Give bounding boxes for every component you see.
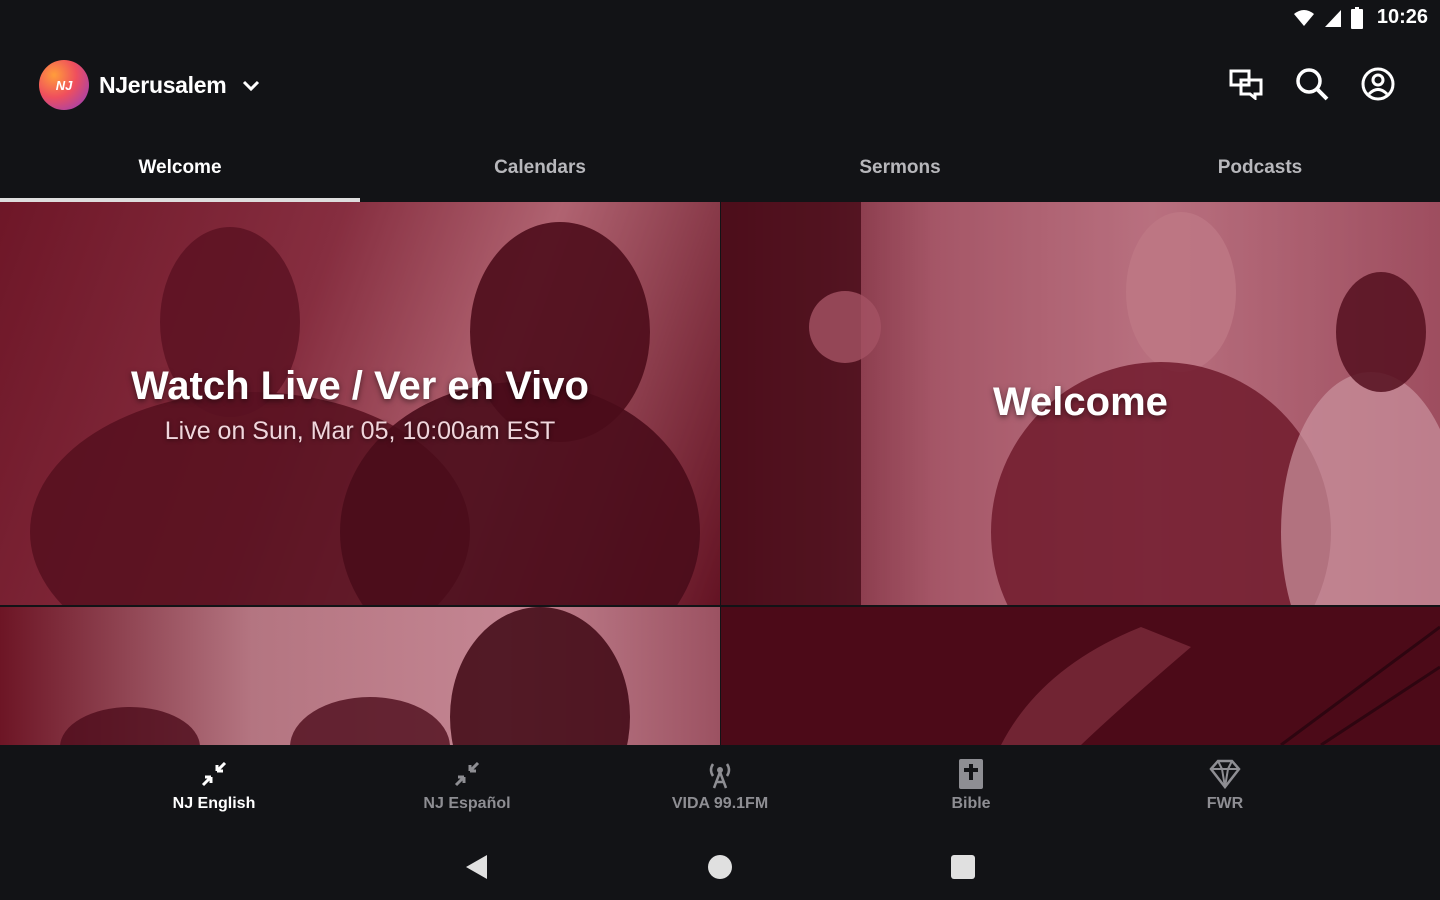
welcome-title: Welcome bbox=[993, 380, 1168, 424]
collapse-arrows-icon bbox=[201, 761, 227, 787]
nav-bible[interactable]: Bible bbox=[871, 757, 1071, 813]
tab-bar: Welcome Calendars Sermons Podcasts bbox=[0, 140, 1440, 202]
bible-icon bbox=[959, 759, 983, 789]
watch-live-text: Watch Live / Ver en Vivo Live on Sun, Ma… bbox=[0, 364, 720, 446]
battery-icon bbox=[1350, 6, 1363, 29]
back-button[interactable] bbox=[460, 851, 492, 883]
music-tile[interactable] bbox=[721, 607, 1440, 745]
home-button[interactable] bbox=[704, 851, 736, 883]
home-circle-icon bbox=[708, 855, 732, 879]
church-logo[interactable]: NJ bbox=[39, 60, 89, 110]
clock: 10:26 bbox=[1376, 6, 1428, 28]
search-icon bbox=[1296, 68, 1329, 101]
account-circle-icon bbox=[1361, 67, 1395, 101]
diamond-icon bbox=[1209, 759, 1241, 789]
recents-square-icon bbox=[951, 855, 975, 879]
app-bar: NJ NJerusalem bbox=[0, 52, 1440, 120]
content-grid: Watch Live / Ver en Vivo Live on Sun, Ma… bbox=[0, 202, 1440, 745]
status-bar: 10:26 bbox=[0, 0, 1440, 40]
signal-icon bbox=[1324, 9, 1341, 27]
chat-icon bbox=[1229, 69, 1263, 100]
chevron-down-icon[interactable] bbox=[240, 74, 262, 96]
photo-piano bbox=[1001, 625, 1440, 745]
recents-button[interactable] bbox=[947, 851, 979, 883]
wifi-icon bbox=[1293, 9, 1314, 26]
search-button[interactable] bbox=[1294, 66, 1330, 102]
nav-nj-english[interactable]: NJ English bbox=[114, 757, 314, 813]
nav-vida-radio[interactable]: VIDA 99.1FM bbox=[620, 757, 820, 813]
nav-nj-espanol[interactable]: NJ Español bbox=[367, 757, 567, 813]
watch-live-tile[interactable]: Watch Live / Ver en Vivo Live on Sun, Ma… bbox=[0, 202, 720, 605]
tab-podcasts[interactable]: Podcasts bbox=[1080, 140, 1440, 202]
account-button[interactable] bbox=[1360, 66, 1396, 102]
welcome-text: Welcome bbox=[993, 380, 1168, 425]
collapse-arrows-icon bbox=[454, 761, 480, 787]
messages-button[interactable] bbox=[1228, 66, 1264, 102]
status-icons: 10:26 bbox=[1293, 6, 1428, 29]
photo-group bbox=[60, 607, 630, 745]
tab-calendars[interactable]: Calendars bbox=[360, 140, 720, 202]
radio-tower-icon bbox=[709, 763, 731, 789]
nav-fwr[interactable]: FWR bbox=[1125, 757, 1325, 813]
bottom-nav: NJ English NJ Español VIDA 99.1FM Bible … bbox=[0, 745, 1440, 835]
app-bar-actions bbox=[1228, 66, 1396, 102]
church-logo-text: NJ bbox=[55, 77, 73, 93]
tab-welcome[interactable]: Welcome bbox=[0, 140, 360, 202]
back-triangle-icon bbox=[466, 855, 487, 879]
welcome-tile[interactable]: Welcome bbox=[721, 202, 1440, 605]
tab-sermons[interactable]: Sermons bbox=[720, 140, 1080, 202]
church-name[interactable]: NJerusalem bbox=[99, 72, 227, 99]
system-nav-bar bbox=[0, 835, 1440, 900]
watch-live-title: Watch Live / Ver en Vivo bbox=[131, 364, 589, 408]
watch-live-subtitle: Live on Sun, Mar 05, 10:00am EST bbox=[164, 417, 556, 445]
ministries-tile[interactable] bbox=[0, 607, 720, 745]
